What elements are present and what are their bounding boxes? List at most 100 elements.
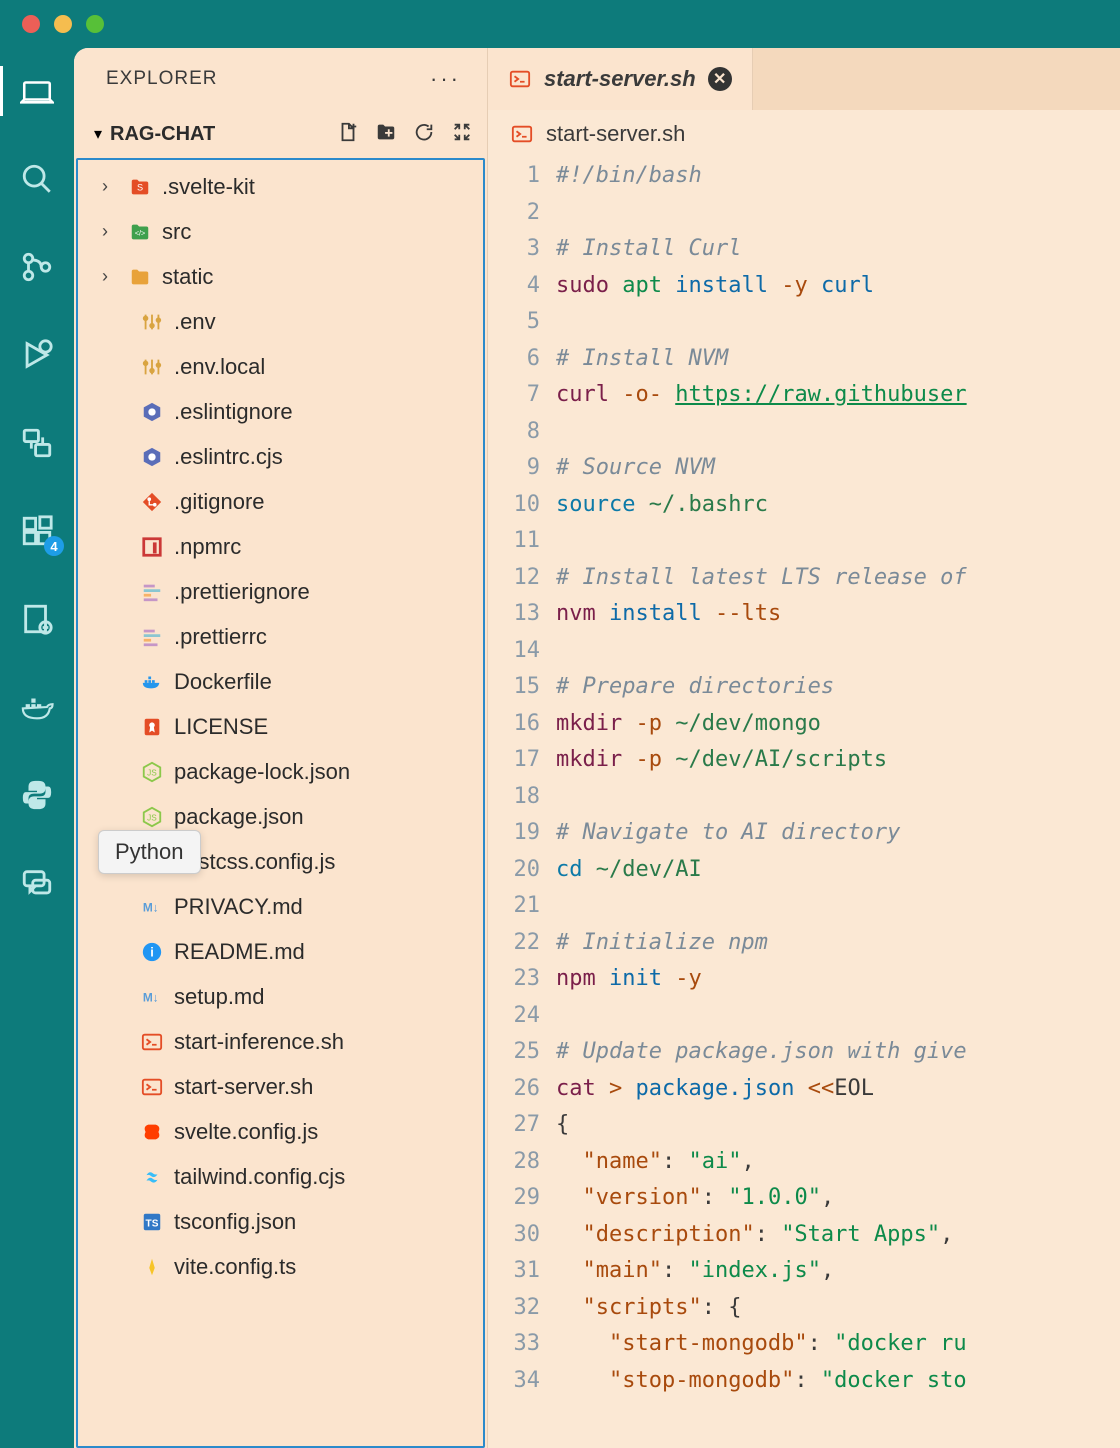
file-dockerfile[interactable]: Dockerfile [78,659,483,704]
tree-item-label: .gitignore [174,489,265,515]
svg-text:S: S [137,182,143,192]
code-content[interactable]: #!/bin/bash # Install Curlsudo apt insta… [556,158,1120,1448]
close-window-button[interactable] [22,15,40,33]
activity-chat-icon[interactable] [16,862,58,904]
file-tree[interactable]: › S .svelte-kit › </> src › static .env .env.loca… [76,158,485,1448]
sliders-icon [140,310,164,334]
svelte-folder-icon: S [128,175,152,199]
new-file-icon[interactable] [337,121,359,148]
chevron-right-icon: › [102,266,118,287]
nodejs-icon: JS [140,760,164,784]
tree-item-label: .eslintrc.cjs [174,444,283,470]
sidebar-more-icon[interactable]: ··· [430,66,461,92]
sidebar-title: EXPLORER [106,68,217,90]
file--prettierrc[interactable]: .prettierrc [78,614,483,659]
chevron-right-icon: › [102,221,118,242]
close-tab-icon[interactable]: ✕ [708,67,732,91]
svg-text:TS: TS [146,1218,159,1229]
file-license[interactable]: LICENSE [78,704,483,749]
file-start-inference-sh[interactable]: start-inference.sh [78,1019,483,1064]
svg-text:JS: JS [147,813,157,822]
activity-extensions-icon[interactable]: 4 [16,510,58,552]
file-svelte-config-js[interactable]: svelte.config.js [78,1109,483,1154]
breadcrumb-label: start-server.sh [546,121,685,147]
file-privacy-md[interactable]: M↓PRIVACY.md [78,884,483,929]
folder-src[interactable]: › </> src [78,209,483,254]
activity-remote-icon[interactable] [16,422,58,464]
file--eslintignore[interactable]: .eslintignore [78,389,483,434]
tree-item-label: README.md [174,939,305,965]
activity-explorer-icon[interactable] [16,70,58,112]
tailwind-icon [140,1165,164,1189]
md-icon: M↓ [140,985,164,1009]
tab-label: start-server.sh [544,66,696,92]
tree-item-label: PRIVACY.md [174,894,303,920]
tab-start-server[interactable]: start-server.sh ✕ [488,48,753,110]
file-tsconfig-json[interactable]: TStsconfig.json [78,1199,483,1244]
ts-icon: TS [140,1210,164,1234]
folder-static[interactable]: › static [78,254,483,299]
tree-item-label: .prettierignore [174,579,310,605]
file--gitignore[interactable]: .gitignore [78,479,483,524]
activity-run-debug-icon[interactable] [16,334,58,376]
prettier-icon [140,625,164,649]
svelte-icon [140,1120,164,1144]
tree-item-label: src [162,219,191,245]
file-package-lock-json[interactable]: JS package-lock.json [78,749,483,794]
file-tailwind-config-cjs[interactable]: tailwind.config.cjs [78,1154,483,1199]
activity-search-icon[interactable] [16,158,58,200]
activity-source-control-icon[interactable] [16,246,58,288]
maximize-window-button[interactable] [86,15,104,33]
svg-text:i: i [150,944,154,959]
license-icon [140,715,164,739]
tree-item-label: package.json [174,804,304,830]
collapse-all-icon[interactable] [451,121,473,148]
tree-item-label: .prettierrc [174,624,267,650]
tree-item-label: .svelte-kit [162,174,255,200]
src-folder-icon: </> [128,220,152,244]
shell-icon [510,122,534,146]
tree-item-label: static [162,264,213,290]
extensions-badge: 4 [44,536,64,556]
sliders-icon [140,355,164,379]
activity-docker-icon[interactable] [16,686,58,728]
file-readme-md[interactable]: i README.md [78,929,483,974]
file-start-server-sh[interactable]: start-server.sh [78,1064,483,1109]
titlebar [0,0,1120,48]
tree-item-label: start-inference.sh [174,1029,344,1055]
new-folder-icon[interactable] [375,121,397,148]
file--env-local[interactable]: .env.local [78,344,483,389]
file--prettierignore[interactable]: .prettierignore [78,569,483,614]
tree-item-label: .env [174,309,216,335]
nodejs-icon: JS [140,805,164,829]
activity-python-icon[interactable] [16,774,58,816]
chevron-down-icon[interactable]: ▾ [94,124,102,144]
editor-area: start-server.sh ✕ start-server.sh 123456… [488,48,1120,1448]
explorer-sidebar: EXPLORER ··· ▾ RAG-CHAT › S .svelte-kit › </… [74,48,488,1448]
file--eslintrc-cjs[interactable]: .eslintrc.cjs [78,434,483,479]
tree-item-label: package-lock.json [174,759,350,785]
tooltip: Python [98,830,201,874]
tree-item-label: tailwind.config.cjs [174,1164,345,1190]
tabs-bar: start-server.sh ✕ [488,48,1120,110]
static-folder-icon [128,265,152,289]
file--env[interactable]: .env [78,299,483,344]
hex-icon [140,445,164,469]
folder--svelte-kit[interactable]: › S .svelte-kit [78,164,483,209]
npm-icon [140,535,164,559]
vite-icon [140,1255,164,1279]
folder-name[interactable]: RAG-CHAT [110,123,215,146]
file-setup-md[interactable]: M↓setup.md [78,974,483,1019]
refresh-icon[interactable] [413,121,435,148]
activity-project-manager-icon[interactable] [16,598,58,640]
breadcrumb[interactable]: start-server.sh [488,110,1120,158]
prettier-icon [140,580,164,604]
git-icon [140,490,164,514]
file-vite-config-ts[interactable]: vite.config.ts [78,1244,483,1289]
docker-icon [140,670,164,694]
chevron-right-icon: › [102,176,118,197]
svg-text:</>: </> [135,228,146,237]
file--npmrc[interactable]: .npmrc [78,524,483,569]
svg-text:M↓: M↓ [143,990,159,1004]
minimize-window-button[interactable] [54,15,72,33]
